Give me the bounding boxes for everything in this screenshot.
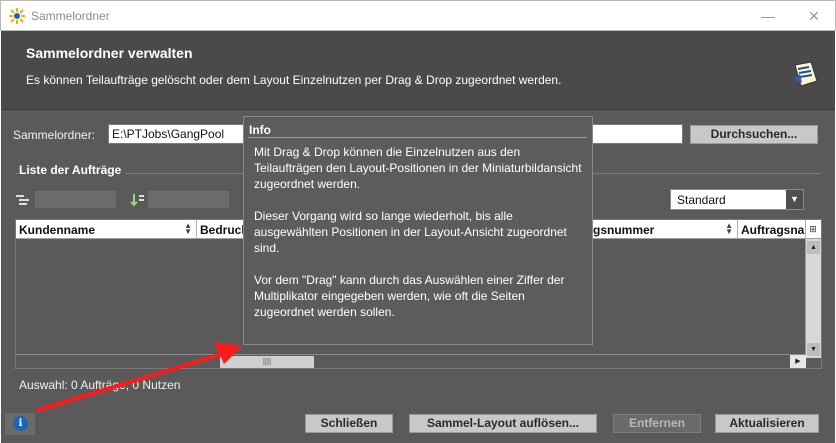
info-button[interactable]: i [5,413,35,435]
tooltip-paragraph-1: Mit Drag & Drop können die Einzelnutzen … [254,145,582,191]
tooltip-paragraph-2: Dieser Vorgang wird so lange wiederholt,… [254,209,567,255]
tooltip-divider [248,137,587,138]
refresh-button[interactable]: Aktualisieren [715,414,819,433]
dialog-header: Sammelordner verwalten Es können Teilauf… [1,31,835,110]
horizontal-scrollbar[interactable]: |||| ▶ [16,354,806,368]
title-bar: Sammelordner — ✕ [0,0,836,31]
view-select-value: Standard [677,193,726,207]
close-window-button[interactable]: ✕ [791,3,836,29]
selection-status: Auswahl: 0 Aufträge, 0 Nutzen [19,378,181,392]
sort-arrows-icon: ▲ ▼ [725,221,733,236]
app-icon [9,8,25,24]
sort-filter-icon [130,194,144,207]
close-button[interactable]: Schließen [305,414,393,433]
tooltip-paragraph-3: Vor dem "Drag" kann durch das Auswählen … [254,273,565,319]
info-tooltip: Info Mit Drag & Drop können die Einzelnu… [243,116,593,345]
column-header-auftragsnummer[interactable]: gsnummer ▲ ▼ [590,220,738,239]
group-title: Liste der Aufträge [19,163,126,177]
info-icon: i [13,416,28,431]
minimize-button[interactable]: — [745,3,791,29]
window-title: Sammelordner [31,9,110,23]
column-header-kundenname[interactable]: Kundenname ▲ ▼ [16,220,197,239]
remove-button[interactable]: Entfernen [613,414,701,433]
view-select[interactable]: Standard ▼ [670,189,804,210]
column-header-auftragsname[interactable]: Auftragsnar [738,220,806,239]
column-menu-icon[interactable]: ⊞ [806,221,820,237]
sort-arrows-icon: ▲ ▼ [184,221,192,236]
collect-folder-icon [794,61,818,87]
dissolve-layout-button[interactable]: Sammel-Layout auflösen... [409,414,597,433]
dialog-title: Sammelordner verwalten [26,45,193,61]
scroll-down-icon[interactable]: ▼ [807,343,820,356]
chevron-down-icon[interactable]: ▼ [786,190,803,209]
dialog-description: Es können Teilaufträge gelöscht oder dem… [26,73,562,87]
customer-filter-input[interactable] [35,191,116,208]
browse-button[interactable]: Durchsuchen... [690,125,818,144]
tooltip-title: Info [249,123,271,137]
folder-label: Sammelordner: [13,128,96,142]
scroll-thumb[interactable]: |||| [220,356,314,368]
vertical-scrollbar[interactable]: ▲ ▼ [805,239,821,358]
job-filter-input[interactable] [148,191,229,208]
customer-filter-icon [16,195,29,205]
scroll-right-icon[interactable]: ▶ [790,355,806,368]
scroll-up-icon[interactable]: ▲ [807,241,820,254]
